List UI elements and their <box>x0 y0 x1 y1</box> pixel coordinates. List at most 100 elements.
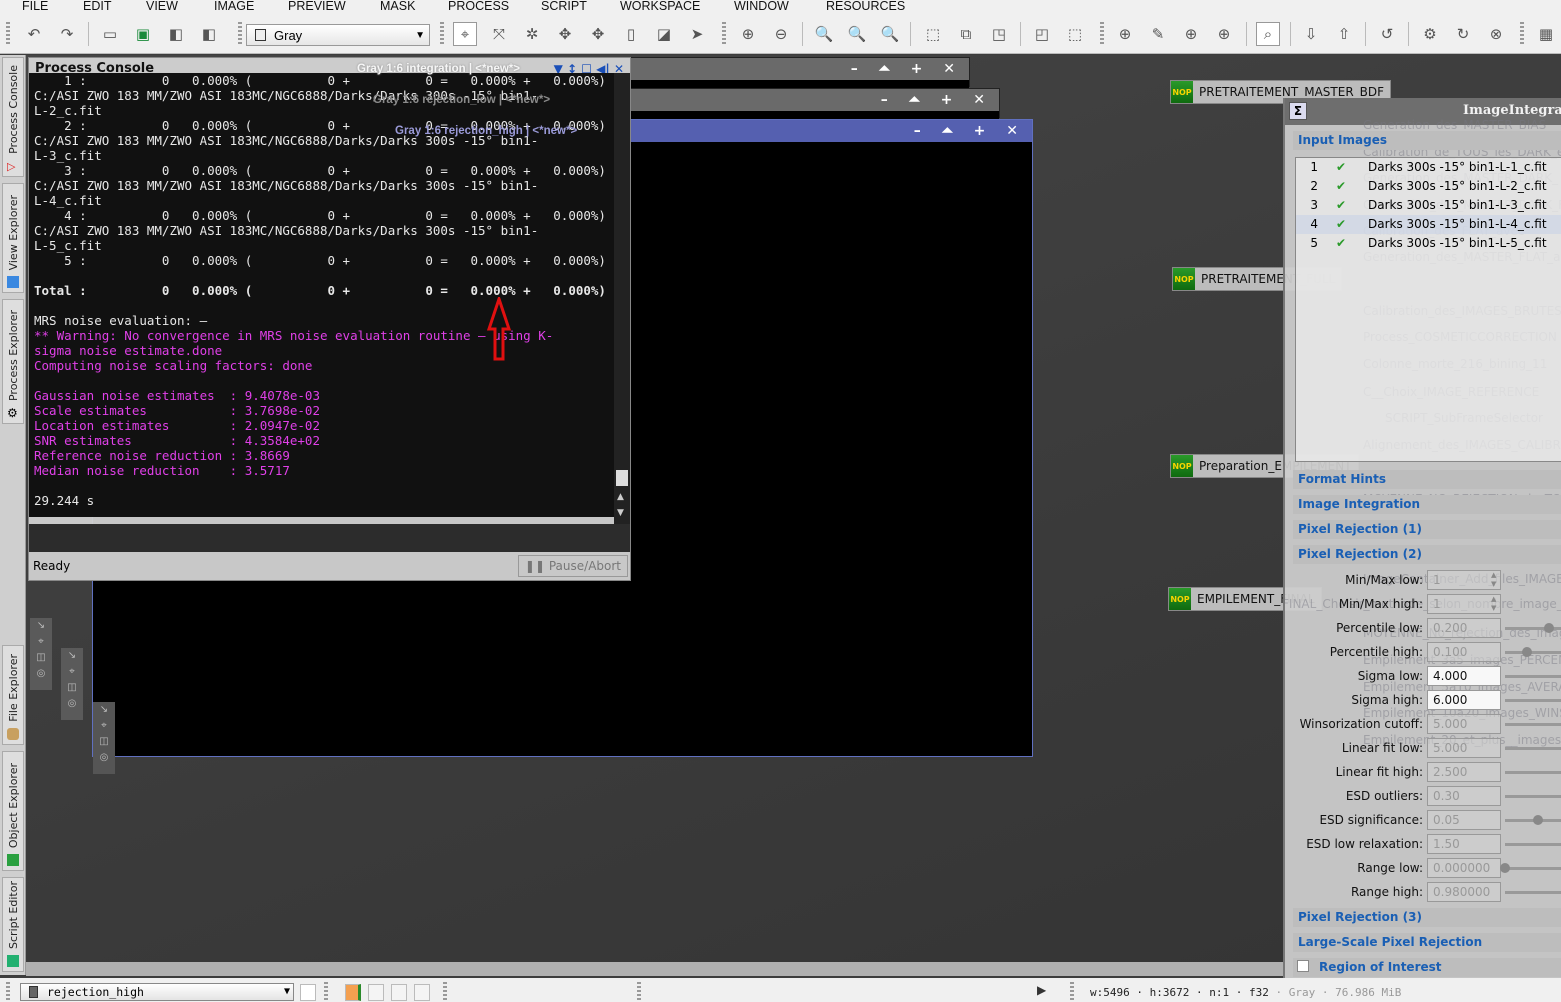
new-image-icon[interactable]: ▣ <box>131 22 155 46</box>
channel-icon[interactable]: ◧ <box>164 22 188 46</box>
window-controls[interactable]: – ⏶ + ✕ <box>851 58 963 80</box>
console-output[interactable]: 1 : 0 0.000% ( 0 + 0 = 0.000% + 0.000%) C… <box>29 73 614 517</box>
section-format-hints[interactable]: Format Hints <box>1293 470 1561 489</box>
undo-icon[interactable]: ↶ <box>22 22 46 46</box>
check-icon[interactable]: ✔ <box>1336 177 1346 196</box>
window-icon[interactable]: ⬚ <box>921 22 945 46</box>
image-integration-panel[interactable]: Σ ImageIntegrati Generation_des_MASTER_BI… <box>1283 98 1561 1002</box>
param-slider[interactable] <box>1505 623 1561 633</box>
section-pixel-rejection-2[interactable]: Pixel Rejection (2) <box>1293 545 1561 564</box>
menu-edit[interactable]: EDIT <box>83 0 111 13</box>
param-slider[interactable] <box>1500 863 1561 873</box>
search-icon[interactable]: ⌕ <box>1256 22 1280 46</box>
statusbar-grip[interactable] <box>637 982 641 1000</box>
tab-process-explorer[interactable]: Process Explorer ⚙ <box>2 299 24 424</box>
edit-preview-icon[interactable]: ◪ <box>652 22 676 46</box>
slider-handle[interactable] <box>1500 863 1510 873</box>
statusbar-grip[interactable] <box>6 982 10 1000</box>
statusbar-grip[interactable] <box>324 982 328 1000</box>
pan-icon[interactable]: ✥ <box>553 22 577 46</box>
menu-process[interactable]: PROCESS <box>448 0 509 13</box>
pattern-icon[interactable]: ▦ <box>1534 22 1558 46</box>
param-slider[interactable] <box>1505 795 1561 798</box>
tab-file-explorer[interactable]: File Explorer <box>2 645 24 745</box>
view-mode-button[interactable] <box>300 984 316 1001</box>
channel-button[interactable] <box>414 984 430 1001</box>
param-slider[interactable] <box>1505 647 1561 657</box>
param-input[interactable]: 1.50 <box>1427 834 1501 854</box>
section-image-integration[interactable]: Image Integration <box>1293 495 1561 514</box>
channel2-icon[interactable]: ◧ <box>197 22 221 46</box>
add3-icon[interactable]: ⊕ <box>1212 22 1236 46</box>
play-icon[interactable]: ▶ <box>1037 983 1046 997</box>
menu-window[interactable]: WINDOW <box>734 0 789 13</box>
menu-workspace[interactable]: WORKSPACE <box>620 0 700 13</box>
gear-icon[interactable]: ⚙ <box>1418 22 1442 46</box>
pointer-icon[interactable]: ➤ <box>685 22 709 46</box>
param-input[interactable]: 0.200 <box>1427 618 1501 638</box>
console-scrollbar[interactable]: ▲ ▼ <box>614 73 630 524</box>
process-console-window[interactable]: Process Console ▼ ↕ ☐ ◀| ✕ 1 : 0 0.000% (… <box>28 57 631 581</box>
menu-preview[interactable]: PREVIEW <box>288 0 346 13</box>
roi-checkbox[interactable] <box>1297 960 1309 972</box>
section-input-images[interactable]: Input Images <box>1293 131 1561 150</box>
param-input[interactable]: 0.05 <box>1427 810 1501 830</box>
check-icon[interactable]: ✔ <box>1336 215 1346 234</box>
param-input[interactable]: 5.000 <box>1427 714 1501 734</box>
readout-mode-icon[interactable]: ⌖ <box>453 22 477 46</box>
input-image-row[interactable]: 1 ✔ Darks 300s -15° bin1-L-1_c.fit <box>1296 158 1561 177</box>
collapsed-view-strip[interactable]: ↘ ⌖ ◫ ◎ <box>61 648 83 720</box>
param-slider[interactable] <box>1505 815 1561 825</box>
section-pixel-rejection-3[interactable]: Pixel Rejection (3) <box>1293 908 1561 927</box>
edit-icon[interactable]: ✎ <box>1146 22 1170 46</box>
menu-mask[interactable]: MASK <box>380 0 415 13</box>
toolbar-grip[interactable] <box>6 22 10 46</box>
param-input[interactable]: 1 <box>1427 594 1501 614</box>
toolbar-grip[interactable] <box>1520 22 1524 46</box>
param-slider[interactable] <box>1505 771 1561 774</box>
channel-button-active[interactable] <box>345 984 361 1001</box>
param-slider[interactable] <box>1505 675 1561 678</box>
input-image-row[interactable]: 2 ✔ Darks 300s -15° bin1-L-2_c.fit <box>1296 177 1561 196</box>
check-icon[interactable]: ✔ <box>1336 234 1346 253</box>
view-selector[interactable]: rejection_high ▼ <box>20 983 294 1001</box>
spinner-arrows-icon[interactable]: ▲ ▼ <box>1491 595 1496 613</box>
scroll-up-icon[interactable]: ▲ <box>617 492 624 502</box>
param-input[interactable]: 0.30 <box>1427 786 1501 806</box>
zoom-3-icon[interactable]: 🔍 <box>878 22 902 46</box>
zoom-1-icon[interactable]: 🔍 <box>812 22 836 46</box>
section-region-of-interest[interactable]: Region of Interest <box>1293 958 1561 977</box>
statusbar-grip[interactable] <box>1070 982 1074 1000</box>
param-input[interactable]: 0.000000 <box>1427 858 1501 878</box>
view-tools-strip[interactable]: ↘ ⌖ ◫ ◎ <box>93 702 115 774</box>
redo-icon[interactable]: ↷ <box>55 22 79 46</box>
slider-handle[interactable] <box>1522 647 1532 657</box>
collapsed-view-strip[interactable]: ↘ ⌖ ◫ ◎ <box>30 618 52 690</box>
channel-button[interactable] <box>391 984 407 1001</box>
cancel-icon[interactable]: ⊗ <box>1484 22 1508 46</box>
fit-window-icon[interactable]: ⬚ <box>1063 22 1087 46</box>
toolbar-grip[interactable] <box>238 22 242 46</box>
move-icon[interactable]: ✥ <box>586 22 610 46</box>
slider-handle[interactable] <box>1544 623 1554 633</box>
input-image-row[interactable]: 3 ✔ Darks 300s -15° bin1-L-3_c.fit <box>1296 196 1561 215</box>
zoom-2-icon[interactable]: 🔍 <box>845 22 869 46</box>
identifier-icon[interactable]: ▭ <box>98 22 122 46</box>
section-pixel-rejection-1[interactable]: Pixel Rejection (1) <box>1293 520 1561 539</box>
param-input[interactable]: 2.500 <box>1427 762 1501 782</box>
download-icon[interactable]: ⇩ <box>1299 22 1323 46</box>
scroll-down-icon[interactable]: ▼ <box>617 508 624 518</box>
check-icon[interactable]: ✔ <box>1336 196 1346 215</box>
add2-icon[interactable]: ⊕ <box>1179 22 1203 46</box>
param-input[interactable]: 4.000 <box>1427 666 1501 686</box>
param-input[interactable]: 0.980000 <box>1427 882 1501 902</box>
zoom-in-icon[interactable]: ⊕ <box>736 22 760 46</box>
section-large-scale-rejection[interactable]: Large-Scale Pixel Rejection <box>1293 933 1561 952</box>
preview-icon[interactable]: ▯ <box>619 22 643 46</box>
menu-view[interactable]: VIEW <box>146 0 178 13</box>
tab-script-editor[interactable]: Script Editor <box>2 877 24 972</box>
param-slider[interactable] <box>1505 747 1561 750</box>
menu-resources[interactable]: RESOURCES <box>826 0 905 13</box>
tab-view-explorer[interactable]: View Explorer <box>2 183 24 293</box>
tab-process-console[interactable]: Process Console ▷ <box>2 57 24 177</box>
